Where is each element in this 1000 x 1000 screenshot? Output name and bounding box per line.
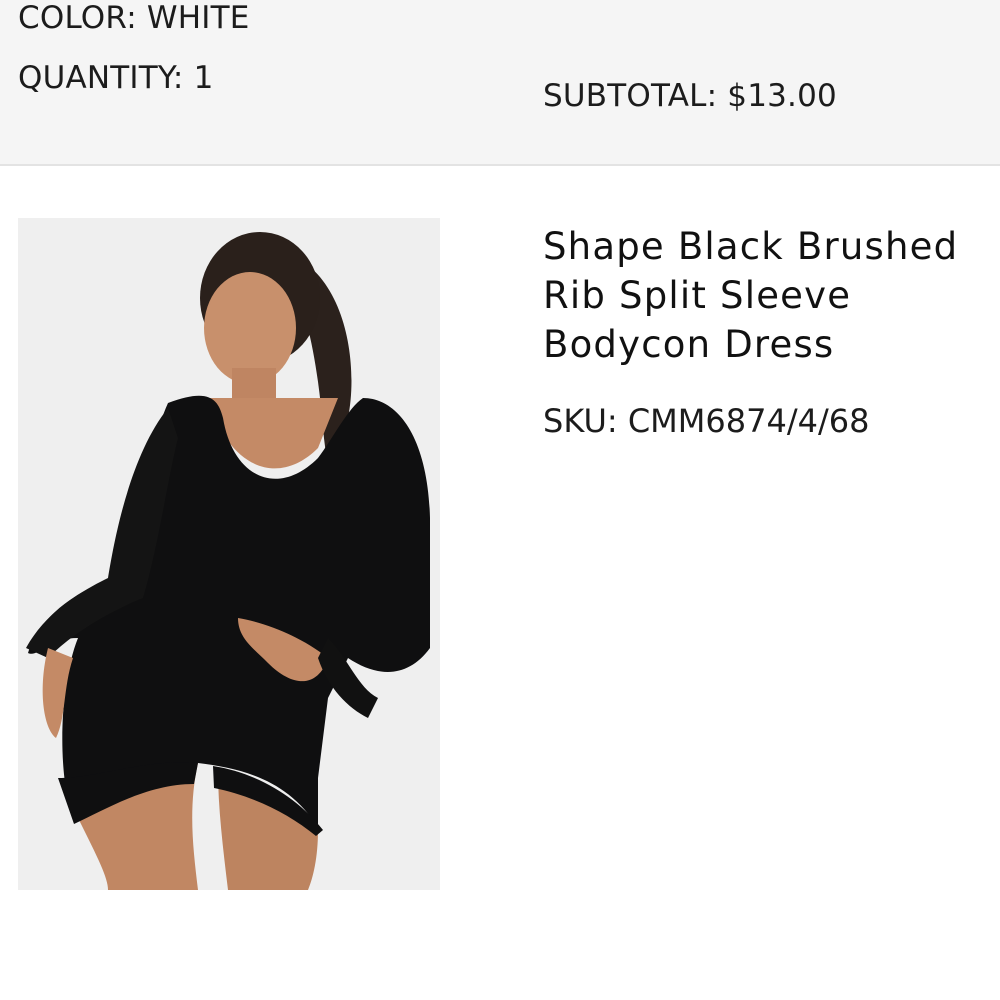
product-sku: SKU: CMM6874/4/68 xyxy=(543,402,870,440)
subtotal-label: SUBTOTAL: $13.00 xyxy=(543,78,837,114)
quantity-label: QUANTITY: 1 xyxy=(18,60,214,96)
color-label: COLOR: WHITE xyxy=(18,0,250,36)
product-image[interactable] xyxy=(18,218,440,890)
order-summary-panel: COLOR: WHITE QUANTITY: 1 SUBTOTAL: $13.0… xyxy=(0,0,1000,166)
product-title[interactable]: Shape Black Brushed Rib Split Sleeve Bod… xyxy=(543,222,983,369)
product-photo-illustration xyxy=(18,218,440,890)
